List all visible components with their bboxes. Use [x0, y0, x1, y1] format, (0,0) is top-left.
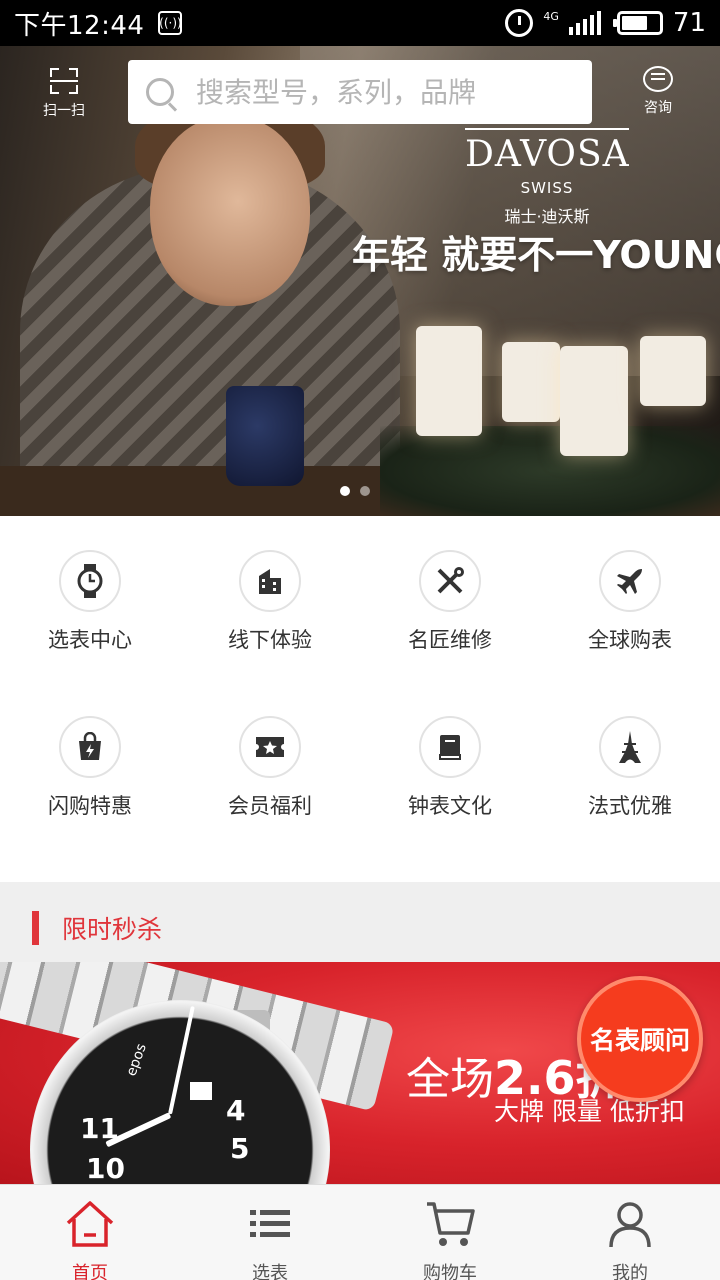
- category-item-repair[interactable]: 名匠维修: [360, 550, 540, 654]
- consult-button[interactable]: 咨询: [636, 66, 680, 117]
- alarm-icon: [505, 9, 534, 37]
- banner-pager: [340, 486, 370, 496]
- status-time: 下午12:44: [14, 10, 145, 41]
- consult-label: 咨询: [644, 100, 672, 116]
- hotspot-icon: ((·)): [158, 11, 183, 35]
- pager-dot: [360, 486, 370, 496]
- nav-cart[interactable]: 购物车: [360, 1185, 540, 1280]
- category-item-flash-sale[interactable]: 闪购特惠: [0, 716, 180, 820]
- watch-numeral: 11: [80, 1112, 119, 1145]
- category-item-watch-center[interactable]: 选表中心: [0, 550, 180, 654]
- flash-sale-title[interactable]: 限时秒杀: [62, 910, 162, 946]
- top-bar: 扫一扫 咨询: [0, 46, 720, 136]
- eiffel-tower-icon: [599, 716, 661, 778]
- category-label: 闪购特惠: [48, 794, 132, 818]
- nav-profile[interactable]: 我的: [540, 1185, 720, 1280]
- list-icon: [250, 1210, 290, 1237]
- search-icon: [146, 78, 174, 106]
- watch-numeral: 4: [226, 1094, 246, 1127]
- ticket-icon: [239, 716, 301, 778]
- category-item-global-buy[interactable]: 全球购表: [540, 550, 720, 654]
- book-icon: [419, 716, 481, 778]
- watch-icon: [59, 550, 121, 612]
- category-grid: 选表中心 线下体验 名匠维修 全球购表 闪购特惠 会员福利 钟表文化 法式优雅: [0, 516, 720, 882]
- category-label: 选表中心: [48, 628, 132, 652]
- category-label: 会员福利: [228, 794, 312, 818]
- promo-prefix: 全场: [406, 1054, 494, 1105]
- search-bar[interactable]: [128, 60, 592, 124]
- banner-brand-logo: DAVOSA SWISS 瑞士·迪沃斯: [465, 128, 629, 227]
- watch-date-window: [190, 1082, 212, 1100]
- home-icon: [66, 1201, 114, 1247]
- banner-candle: [640, 336, 706, 406]
- category-label: 名匠维修: [408, 628, 492, 652]
- category-item-watch-culture[interactable]: 钟表文化: [360, 716, 540, 820]
- category-item-member[interactable]: 会员福利: [180, 716, 360, 820]
- banner-candle: [560, 346, 628, 456]
- scan-label: 扫一扫: [43, 103, 85, 119]
- nav-select-watch[interactable]: 选表: [180, 1185, 360, 1280]
- watch-numeral: 10: [86, 1152, 125, 1184]
- watch-advisor-button[interactable]: 名表顾问: [577, 976, 703, 1102]
- banner-brand-sub: SWISS: [520, 179, 574, 197]
- network-type: 4G: [543, 9, 559, 23]
- status-bar: 下午12:44 ((·)) 4G 71: [0, 0, 720, 46]
- plane-icon: [599, 550, 661, 612]
- bottom-nav: 首页 选表 购物车 我的: [0, 1184, 720, 1280]
- battery-level: 71: [672, 8, 706, 38]
- nav-label: 首页: [72, 1263, 108, 1280]
- store-icon: [239, 550, 301, 612]
- banner-mug: [226, 386, 304, 486]
- category-item-french-elegance[interactable]: 法式优雅: [540, 716, 720, 820]
- nav-home[interactable]: 首页: [0, 1185, 180, 1280]
- pager-dot-active: [340, 486, 350, 496]
- nav-label: 我的: [612, 1263, 648, 1280]
- category-label: 线下体验: [228, 628, 312, 652]
- battery-icon: [612, 11, 663, 35]
- watch-numeral: 5: [230, 1132, 250, 1165]
- banner-candle: [416, 326, 482, 436]
- flash-bag-icon: [59, 716, 121, 778]
- status-right: 4G 71: [505, 8, 706, 38]
- tools-icon: [419, 550, 481, 612]
- scan-icon: [50, 68, 78, 94]
- category-label: 钟表文化: [408, 794, 492, 818]
- signal-icon: [568, 11, 601, 35]
- banner-greenery: [380, 426, 720, 516]
- nav-label: 购物车: [423, 1263, 477, 1280]
- category-label: 法式优雅: [588, 794, 672, 818]
- banner-candle: [502, 342, 560, 422]
- cart-icon: [427, 1202, 475, 1246]
- category-label: 全球购表: [588, 628, 672, 652]
- banner-slogan: 年轻 就要不一YOUNG: [352, 233, 720, 277]
- user-icon: [609, 1202, 651, 1248]
- category-item-offline-store[interactable]: 线下体验: [180, 550, 360, 654]
- chat-bubble-icon: [643, 66, 673, 92]
- search-input[interactable]: [196, 75, 576, 109]
- scan-button[interactable]: 扫一扫: [38, 68, 90, 120]
- banner-model-face: [150, 116, 310, 306]
- nav-label: 选表: [252, 1263, 288, 1280]
- section-marker: [32, 911, 39, 945]
